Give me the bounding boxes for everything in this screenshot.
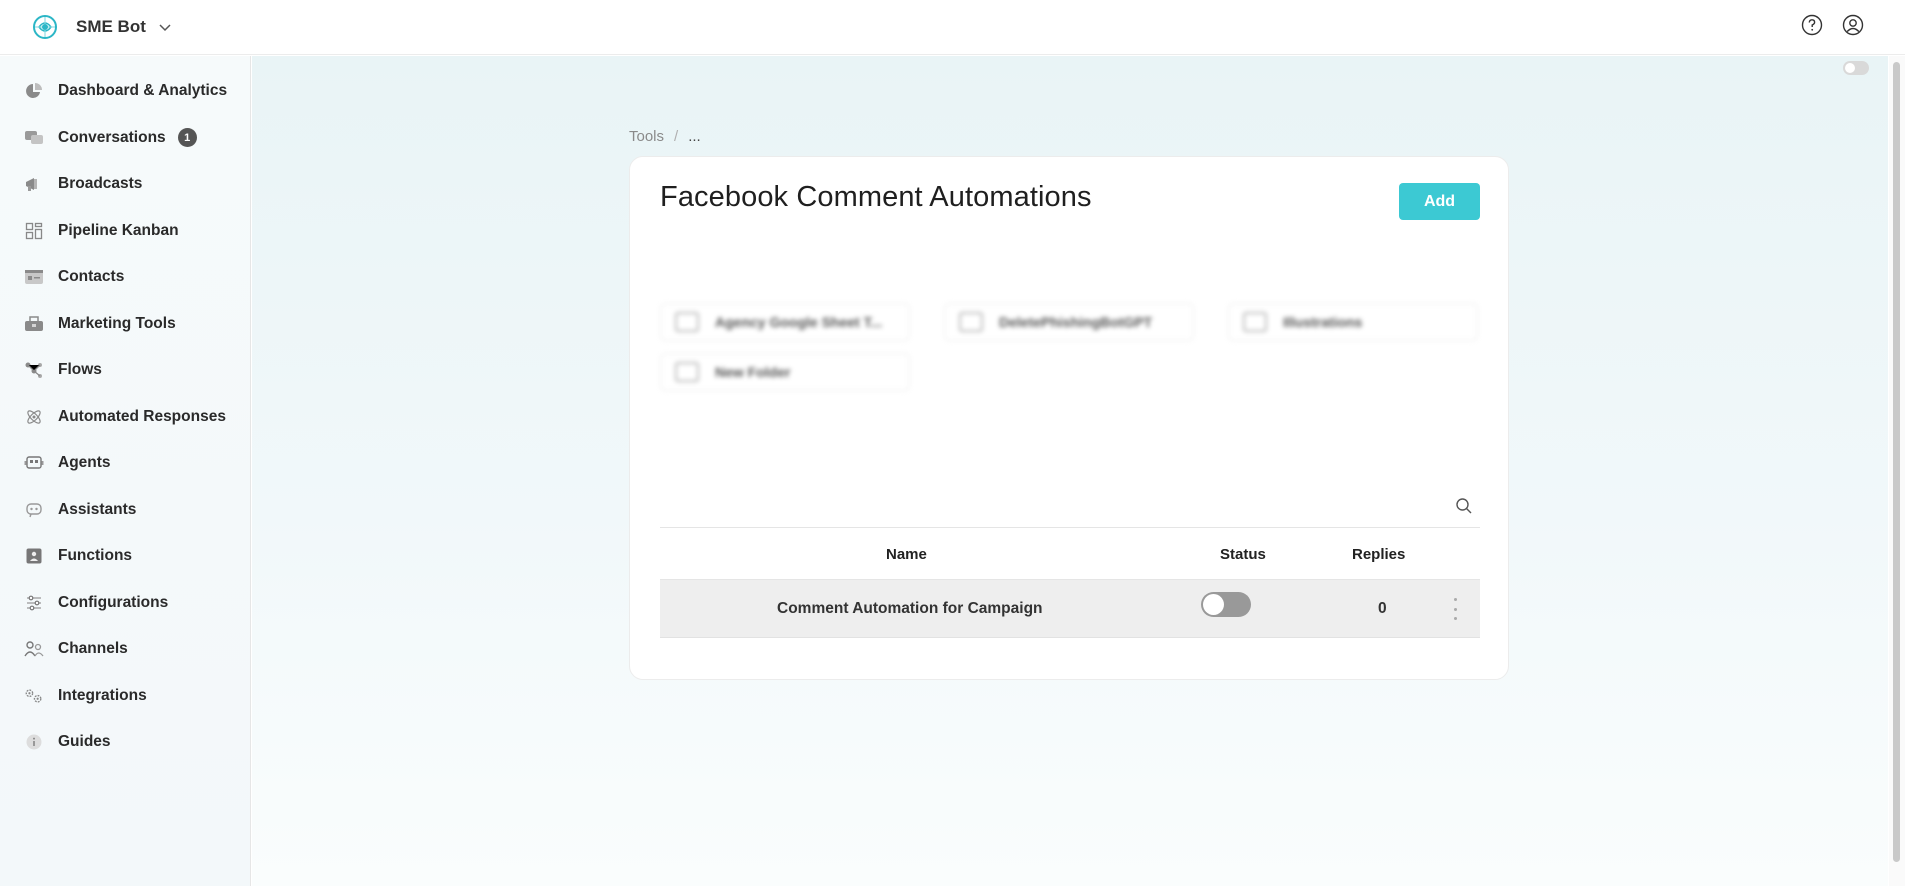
automation-name[interactable]: Comment Automation for Campaign — [777, 600, 1043, 618]
folder-icon — [675, 362, 699, 382]
vertical-scrollbar[interactable] — [1889, 56, 1905, 886]
more-options-icon[interactable] — [1451, 598, 1459, 620]
sidebar-item-flows[interactable]: Flows — [0, 347, 250, 394]
info-icon — [24, 732, 44, 752]
toggle-knob — [1203, 594, 1224, 615]
sidebar: Dashboard & Analytics Conversations 1 Br… — [0, 56, 251, 886]
folder-item[interactable]: Illustrations — [1228, 303, 1478, 341]
sidebar-item-label: Conversations — [58, 128, 166, 146]
table-row[interactable]: Comment Automation for Campaign 0 — [660, 580, 1480, 638]
sidebar-item-conversations[interactable]: Conversations 1 — [0, 115, 250, 162]
sidebar-item-label: Automated Responses — [58, 407, 226, 425]
column-header-replies[interactable]: Replies — [1352, 546, 1405, 563]
sidebar-item-functions[interactable]: Functions — [0, 533, 250, 580]
add-button[interactable]: Add — [1399, 183, 1480, 220]
sidebar-item-label: Channels — [58, 640, 128, 658]
folder-name: Agency Google Sheet T... — [715, 314, 883, 330]
breadcrumb-current: ... — [688, 128, 701, 145]
sidebar-item-label: Flows — [58, 361, 102, 379]
sidebar-item-pipeline-kanban[interactable]: Pipeline Kanban — [0, 208, 250, 255]
sidebar-item-assistants[interactable]: Assistants — [0, 487, 250, 534]
sidebar-item-label: Pipeline Kanban — [58, 221, 179, 239]
sidebar-item-label: Contacts — [58, 268, 125, 286]
sidebar-item-label: Broadcasts — [58, 175, 143, 193]
megaphone-icon — [24, 174, 44, 194]
folder-name: DeletePhishingBotGPT — [999, 314, 1153, 330]
folder-name: Illustrations — [1283, 314, 1363, 330]
top-bar: SME Bot — [0, 0, 1905, 55]
sidebar-item-broadcasts[interactable]: Broadcasts — [0, 161, 250, 208]
replies-count: 0 — [1378, 600, 1387, 617]
breadcrumb-tools[interactable]: Tools — [629, 128, 664, 145]
sidebar-item-integrations[interactable]: Integrations — [0, 673, 250, 720]
folder-item[interactable]: Agency Google Sheet T... — [660, 303, 910, 341]
sidebar-item-label: Functions — [58, 547, 133, 565]
column-header-status[interactable]: Status — [1220, 546, 1266, 563]
sidebar-item-contacts[interactable]: Contacts — [0, 254, 250, 301]
flow-icon — [24, 360, 44, 380]
theme-toggle[interactable] — [1843, 61, 1869, 75]
search-icon[interactable] — [1455, 497, 1475, 517]
sidebar-item-automated-responses[interactable]: Automated Responses — [0, 394, 250, 441]
chat-bubbles-icon — [24, 128, 44, 148]
sidebar-item-label: Integrations — [58, 686, 147, 704]
workspace-name: SME Bot — [76, 17, 146, 36]
sidebar-item-configurations[interactable]: Configurations — [0, 580, 250, 627]
sliders-icon — [24, 593, 44, 613]
sidebar-item-label: Agents — [58, 454, 111, 472]
folder-name: New Folder — [715, 364, 791, 380]
brain-logo-icon — [32, 14, 58, 40]
pie-chart-icon — [24, 81, 44, 101]
gears-icon — [24, 686, 44, 706]
sidebar-item-label: Guides — [58, 733, 111, 751]
table-header: Name Status Replies — [660, 527, 1480, 580]
automations-table: Name Status Replies Comment Automation f… — [660, 527, 1480, 638]
workspace-switcher[interactable]: SME Bot — [32, 14, 172, 40]
sidebar-item-guides[interactable]: Guides — [0, 719, 250, 766]
scrollbar-thumb[interactable] — [1893, 62, 1900, 862]
sidebar-item-label: Dashboard & Analytics — [58, 82, 228, 100]
channels-icon — [24, 639, 44, 659]
sidebar-item-label: Marketing Tools — [58, 314, 176, 332]
contact-card-icon — [24, 267, 44, 287]
user-account-icon[interactable] — [1841, 13, 1865, 37]
folder-icon — [675, 312, 699, 332]
folder-item[interactable]: DeletePhishingBotGPT — [944, 303, 1194, 341]
folder-item[interactable]: New Folder — [660, 353, 910, 391]
folder-icon — [1243, 312, 1267, 332]
page-title: Facebook Comment Automations — [660, 181, 1092, 213]
sidebar-item-label: Assistants — [58, 500, 137, 518]
function-icon — [24, 546, 44, 566]
robot-icon — [24, 453, 44, 473]
breadcrumb: Tools / ... — [629, 128, 701, 145]
column-header-name[interactable]: Name — [886, 546, 927, 563]
folder-icon — [959, 312, 983, 332]
assistant-icon — [24, 500, 44, 520]
breadcrumb-separator: / — [674, 128, 679, 145]
sidebar-item-channels[interactable]: Channels — [0, 626, 250, 673]
status-toggle[interactable] — [1201, 592, 1251, 617]
chevron-down-icon — [158, 20, 172, 34]
toolbox-icon — [24, 314, 44, 334]
atom-icon — [24, 407, 44, 427]
sidebar-item-label: Configurations — [58, 593, 169, 611]
unread-count-badge: 1 — [177, 128, 197, 148]
sidebar-item-marketing-tools[interactable]: Marketing Tools — [0, 301, 250, 348]
help-icon[interactable] — [1800, 13, 1824, 37]
kanban-icon — [24, 221, 44, 241]
sidebar-item-dashboard[interactable]: Dashboard & Analytics — [0, 68, 250, 115]
sidebar-item-agents[interactable]: Agents — [0, 440, 250, 487]
automations-card: Facebook Comment Automations Add Agency … — [629, 156, 1509, 680]
